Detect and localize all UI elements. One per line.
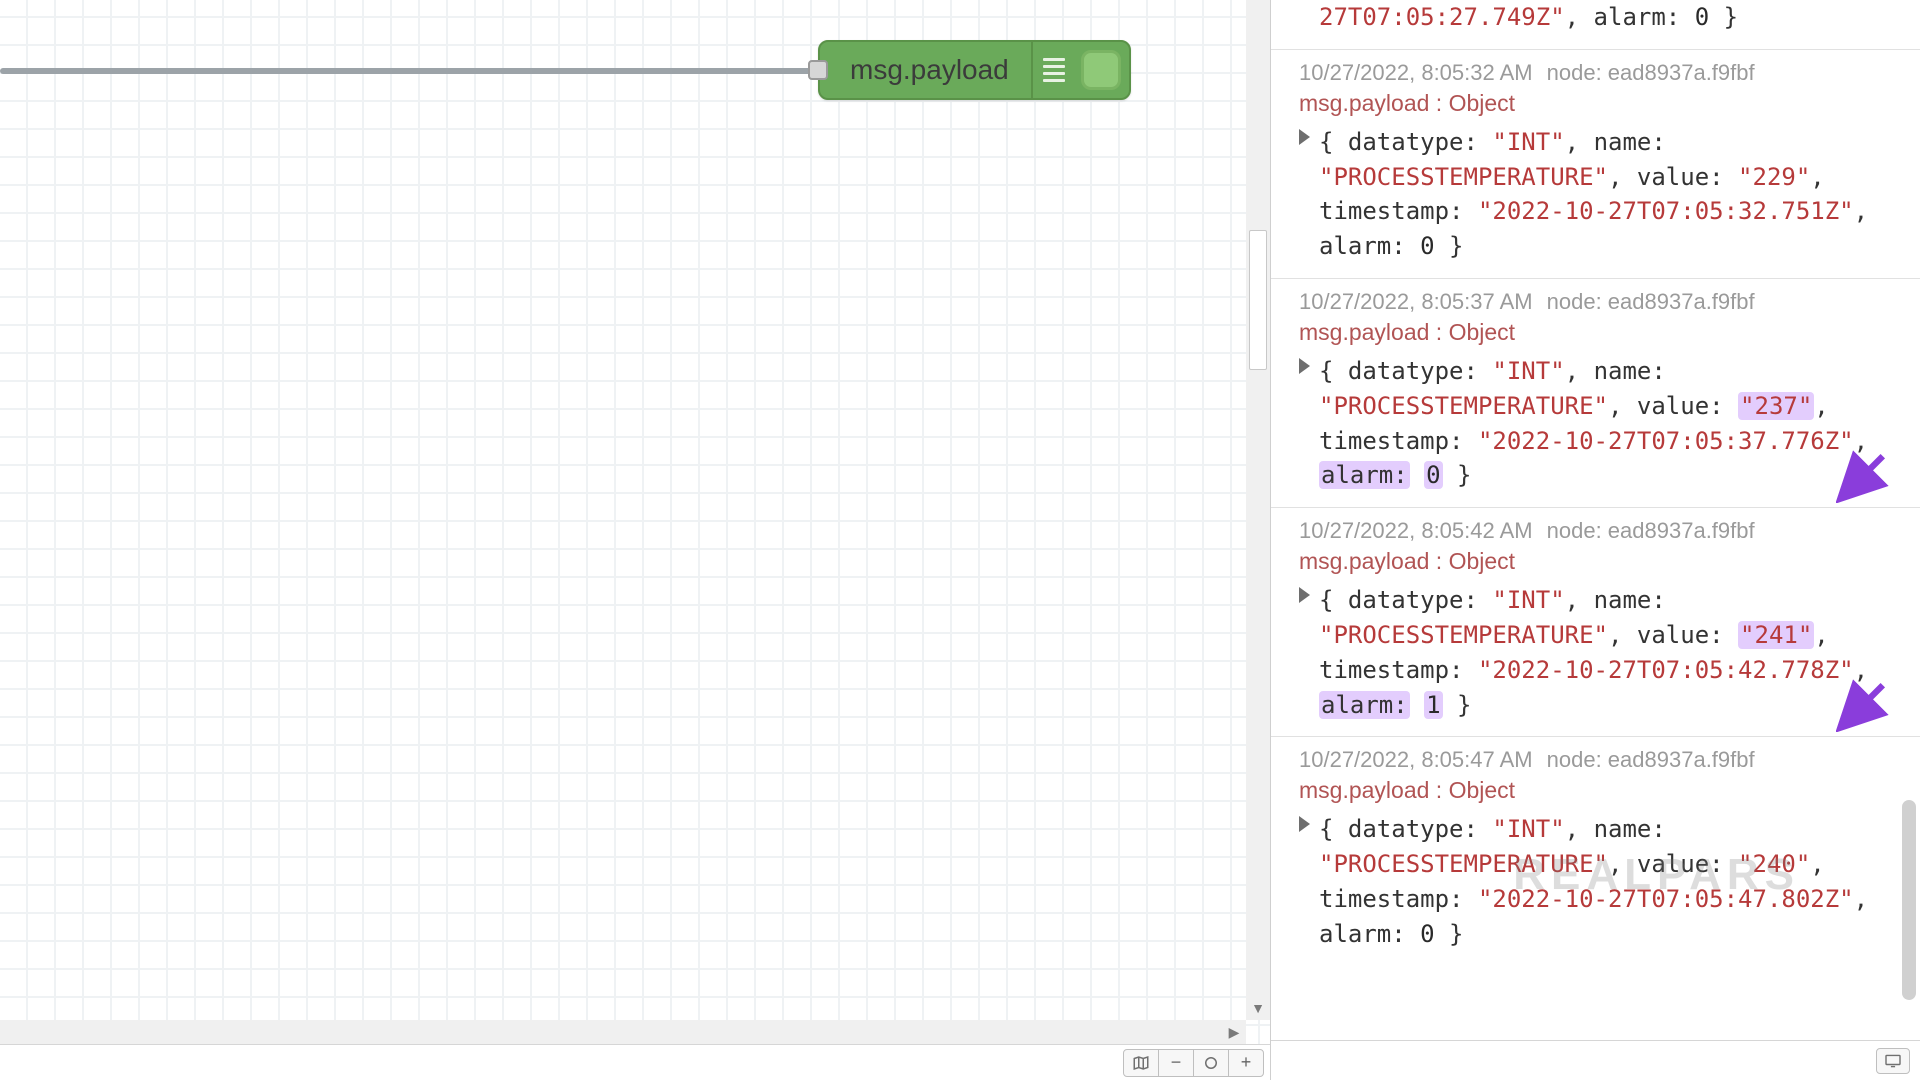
debug-object-body[interactable]: { datatype: "INT", name: "PROCESSTEMPERA… bbox=[1299, 812, 1894, 951]
scroll-down-icon[interactable]: ▼ bbox=[1246, 996, 1270, 1020]
debug-object-body[interactable]: { datatype: "INT", name: "PROCESSTEMPERA… bbox=[1299, 125, 1894, 264]
debug-object-body[interactable]: { datatype: "INT", name: "PROCESSTEMPERA… bbox=[1299, 354, 1894, 493]
debug-message[interactable]: 10/27/2022, 8:05:47 AM node: ead8937a.f9f… bbox=[1271, 736, 1920, 965]
debug-sidebar: 27T07:05:27.749Z", alarm: 0 } 10/27/2022,… bbox=[1270, 0, 1920, 1080]
debug-object-body[interactable]: { datatype: "INT", name: "PROCESSTEMPERA… bbox=[1299, 583, 1894, 722]
navigator-button[interactable] bbox=[1123, 1049, 1159, 1077]
canvas-horizontal-scrollbar[interactable]: ▶ bbox=[0, 1020, 1246, 1044]
node-input-port[interactable] bbox=[808, 60, 828, 80]
open-window-button[interactable] bbox=[1876, 1048, 1910, 1074]
debug-node-id[interactable]: node: ead8937a.f9fbf bbox=[1547, 60, 1755, 85]
expand-caret-icon[interactable] bbox=[1299, 816, 1310, 832]
expand-caret-icon[interactable] bbox=[1299, 358, 1310, 374]
debug-message[interactable]: 10/27/2022, 8:05:42 AM node: ead8937a.f9f… bbox=[1271, 507, 1920, 736]
debug-timestamp: 10/27/2022, 8:05:42 AM bbox=[1299, 518, 1533, 543]
debug-node-id[interactable]: node: ead8937a.f9fbf bbox=[1547, 747, 1755, 772]
zoom-out-button[interactable]: − bbox=[1158, 1049, 1194, 1077]
node-label: msg.payload bbox=[820, 54, 1031, 86]
circle-icon bbox=[1202, 1054, 1220, 1072]
debug-path: msg.payload : Object bbox=[1299, 319, 1894, 346]
debug-message[interactable]: 10/27/2022, 8:05:37 AM node: ead8937a.f9f… bbox=[1271, 278, 1920, 507]
debug-message[interactable]: 10/27/2022, 8:05:32 AM node: ead8937a.f9f… bbox=[1271, 49, 1920, 278]
sidebar-scrollbar[interactable] bbox=[1900, 0, 1918, 1040]
map-icon bbox=[1132, 1054, 1150, 1072]
debug-message-header: 10/27/2022, 8:05:32 AM node: ead8937a.f9f… bbox=[1299, 60, 1894, 86]
zoom-in-button[interactable]: + bbox=[1228, 1049, 1264, 1077]
debug-node[interactable]: msg.payload bbox=[818, 40, 1131, 100]
debug-message-list[interactable]: 27T07:05:27.749Z", alarm: 0 } 10/27/2022,… bbox=[1271, 0, 1920, 1040]
debug-node-id[interactable]: node: ead8937a.f9fbf bbox=[1547, 518, 1755, 543]
debug-path: msg.payload : Object bbox=[1299, 90, 1894, 117]
zoom-reset-button[interactable] bbox=[1193, 1049, 1229, 1077]
debug-object-body[interactable]: 27T07:05:27.749Z", alarm: 0 } bbox=[1299, 0, 1894, 35]
canvas-footer: − + bbox=[0, 1044, 1270, 1080]
sidebar-footer bbox=[1271, 1040, 1920, 1080]
debug-message-header: 10/27/2022, 8:05:37 AM node: ead8937a.f9f… bbox=[1299, 289, 1894, 315]
canvas-vertical-scrollbar[interactable]: ▼ bbox=[1246, 0, 1270, 1020]
debug-message-header: 10/27/2022, 8:05:47 AM node: ead8937a.f9f… bbox=[1299, 747, 1894, 773]
expand-caret-icon[interactable] bbox=[1299, 587, 1310, 603]
flow-canvas[interactable]: msg.payload ▼ ▶ − + bbox=[0, 0, 1270, 1080]
expand-caret-icon[interactable] bbox=[1299, 129, 1310, 145]
debug-toggle-icon[interactable] bbox=[1031, 42, 1075, 98]
node-wire bbox=[0, 68, 820, 74]
debug-path: msg.payload : Object bbox=[1299, 777, 1894, 804]
debug-message-header: 10/27/2022, 8:05:42 AM node: ead8937a.f9f… bbox=[1299, 518, 1894, 544]
scroll-right-icon[interactable]: ▶ bbox=[1222, 1020, 1246, 1044]
debug-status-badge[interactable] bbox=[1081, 50, 1121, 90]
scrollbar-thumb[interactable] bbox=[1249, 230, 1267, 370]
scrollbar-thumb[interactable] bbox=[1902, 800, 1916, 1000]
monitor-icon bbox=[1884, 1054, 1902, 1068]
debug-message-partial[interactable]: 27T07:05:27.749Z", alarm: 0 } bbox=[1271, 0, 1920, 49]
debug-path: msg.payload : Object bbox=[1299, 548, 1894, 575]
debug-timestamp: 10/27/2022, 8:05:37 AM bbox=[1299, 289, 1533, 314]
debug-timestamp: 10/27/2022, 8:05:32 AM bbox=[1299, 60, 1533, 85]
debug-timestamp: 10/27/2022, 8:05:47 AM bbox=[1299, 747, 1533, 772]
debug-node-id[interactable]: node: ead8937a.f9fbf bbox=[1547, 289, 1755, 314]
